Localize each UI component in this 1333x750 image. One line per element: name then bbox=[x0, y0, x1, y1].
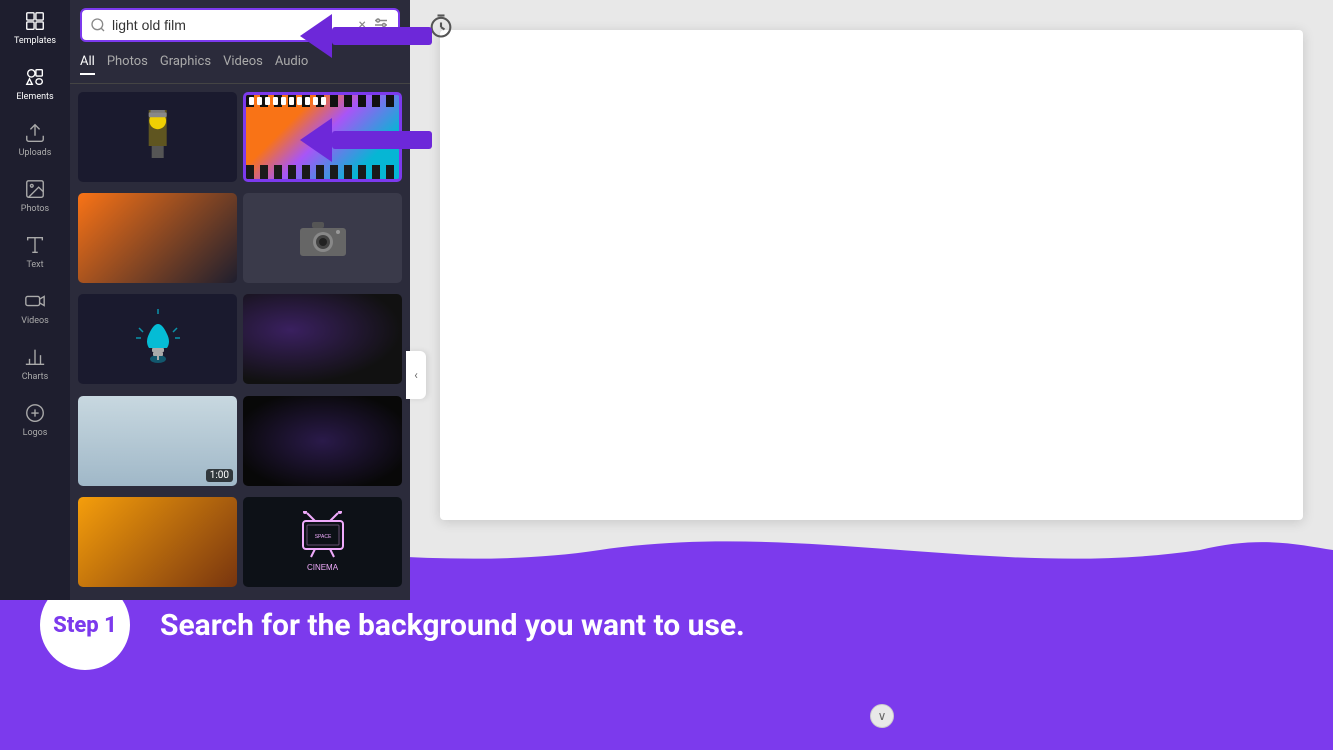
cinema-label: CINEMA bbox=[307, 563, 338, 572]
step-label: Step 1 bbox=[53, 613, 117, 638]
sidebar-item-elements[interactable]: Elements bbox=[0, 56, 70, 112]
search-filter-icon[interactable] bbox=[372, 16, 390, 34]
sidebar-item-photos[interactable]: Photos bbox=[0, 168, 70, 224]
sidebar-logos-label: Logos bbox=[23, 428, 48, 438]
search-panel: × All Photos Graphics Videos Audio bbox=[70, 0, 410, 600]
chevron-down-icon: ∨ bbox=[878, 709, 887, 723]
filter-tabs: All Photos Graphics Videos Audio bbox=[70, 50, 410, 84]
media-item-lightbulb[interactable] bbox=[78, 294, 237, 384]
sidebar-videos-label: Videos bbox=[21, 316, 49, 326]
media-item-orange[interactable] bbox=[78, 193, 237, 283]
step-description: Search for the background you want to us… bbox=[160, 608, 745, 643]
search-bar[interactable]: × bbox=[80, 8, 400, 42]
sidebar-item-logos[interactable]: Logos bbox=[0, 392, 70, 448]
sidebar-text-label: Text bbox=[26, 260, 43, 270]
search-icon bbox=[90, 17, 106, 33]
media-item-camera[interactable] bbox=[243, 193, 402, 283]
media-item-video[interactable]: 1:00 bbox=[78, 396, 237, 486]
sidebar-item-templates[interactable]: Templates bbox=[0, 0, 70, 56]
video-timestamp: 1:00 bbox=[206, 469, 233, 482]
tab-graphics[interactable]: Graphics bbox=[160, 54, 211, 75]
media-item-spotlight[interactable] bbox=[78, 92, 237, 182]
tab-videos[interactable]: Videos bbox=[223, 54, 263, 75]
canvas-area bbox=[410, 0, 1333, 600]
sidebar-elements-label: Elements bbox=[16, 92, 53, 102]
scroll-down-button[interactable]: ∨ bbox=[870, 704, 894, 728]
search-clear-icon[interactable]: × bbox=[359, 17, 366, 33]
svg-text:SPACE: SPACE bbox=[315, 534, 332, 540]
tab-all[interactable]: All bbox=[80, 54, 95, 75]
media-grid: 1:00 bbox=[70, 84, 410, 600]
media-item-film-strip[interactable] bbox=[243, 92, 402, 182]
canvas-board[interactable] bbox=[440, 30, 1303, 520]
chevron-left-icon: ‹ bbox=[414, 368, 418, 382]
sidebar-templates-label: Templates bbox=[14, 36, 56, 46]
sidebar-item-text[interactable]: Text bbox=[0, 224, 70, 280]
sidebar-photos-label: Photos bbox=[21, 204, 49, 214]
panel-collapse-button[interactable]: ‹ bbox=[406, 351, 426, 399]
media-item-dark-pattern[interactable] bbox=[243, 294, 402, 384]
sidebar-item-videos[interactable]: Videos bbox=[0, 280, 70, 336]
media-item-extra[interactable] bbox=[243, 396, 402, 486]
canvas-timer-icon[interactable] bbox=[423, 8, 459, 44]
sidebar-uploads-label: Uploads bbox=[19, 148, 52, 158]
sidebar-item-uploads[interactable]: Uploads bbox=[0, 112, 70, 168]
media-item-cinema[interactable]: SPACE CINEMA bbox=[243, 497, 402, 587]
sidebar-charts-label: Charts bbox=[22, 372, 49, 382]
search-input[interactable] bbox=[112, 17, 353, 33]
tab-photos[interactable]: Photos bbox=[107, 54, 148, 75]
media-item-beach[interactable] bbox=[78, 497, 237, 587]
sidebar: Templates Elements Uploads Photos bbox=[0, 0, 70, 600]
tab-audio[interactable]: Audio bbox=[275, 54, 308, 75]
sidebar-item-charts[interactable]: Charts bbox=[0, 336, 70, 392]
